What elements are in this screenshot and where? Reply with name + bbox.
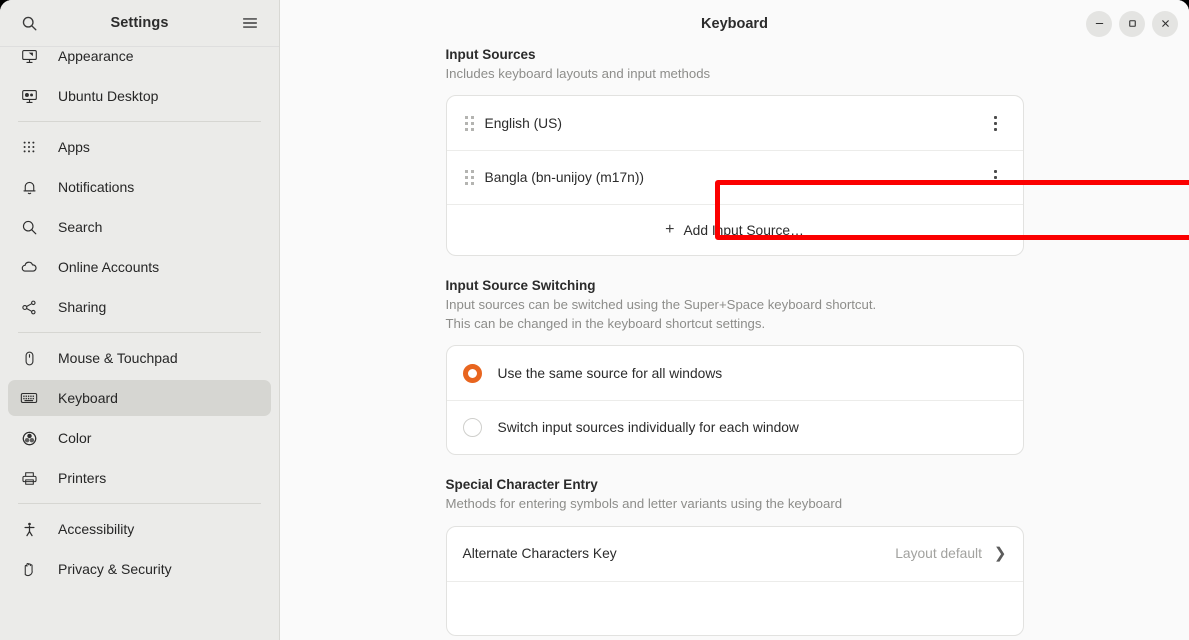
special-character-entry-heading: Special Character Entry <box>445 477 598 493</box>
sidebar-item-label: Accessibility <box>58 521 135 537</box>
sidebar-item-label: Mouse & Touchpad <box>58 350 178 366</box>
sidebar-item-sharing[interactable]: Sharing <box>8 289 271 325</box>
radio-label: Use the same source for all windows <box>497 365 723 381</box>
settings-window: Settings Appearance Ubuntu Desktop Apps … <box>0 0 1189 640</box>
keyboard-icon <box>18 389 40 407</box>
ubuntu-desktop-icon <box>18 87 40 105</box>
main-panel: Keyboard Input Sources Includes keyboard… <box>280 0 1189 640</box>
appearance-icon <box>18 47 40 65</box>
input-source-row-bangla[interactable]: Bangla (bn-unijoy (m17n)) <box>446 150 1023 204</box>
sidebar-title: Settings <box>110 15 169 31</box>
add-input-source-label: Add Input Source… <box>683 222 804 238</box>
printer-icon <box>18 469 40 487</box>
input-sources-card: English (US) Bangla (bn-unijoy (m17n)) +… <box>445 95 1024 257</box>
sidebar-item-search[interactable]: Search <box>8 209 271 245</box>
sidebar-item-privacy-security[interactable]: Privacy & Security <box>8 551 271 587</box>
input-sources-heading: Input Sources <box>445 47 536 62</box>
group-input-source-switching: Input Source Switching Input sources can… <box>445 278 1024 456</box>
radio-row-per-window[interactable]: Switch input sources individually for ea… <box>446 400 1023 454</box>
cloud-icon <box>18 258 40 276</box>
kebab-menu-icon[interactable] <box>985 166 1007 190</box>
sidebar-item-label: Ubuntu Desktop <box>58 88 159 104</box>
drag-handle-icon[interactable] <box>463 115 477 131</box>
window-controls <box>1086 0 1178 47</box>
input-source-switching-heading: Input Source Switching <box>445 278 596 294</box>
search-icon[interactable] <box>14 8 44 38</box>
sidebar-item-label: Sharing <box>58 299 107 315</box>
color-wheel-icon <box>18 429 40 447</box>
accessibility-person-icon <box>18 520 40 538</box>
radio-button-selected[interactable] <box>462 363 482 383</box>
sidebar-item-notifications[interactable]: Notifications <box>8 169 271 205</box>
apps-grid-icon <box>18 138 40 156</box>
sidebar-item-color[interactable]: Color <box>8 420 271 456</box>
row-alternate-characters-key[interactable]: Alternate Characters Key Layout default … <box>447 527 1023 581</box>
sidebar: Settings Appearance Ubuntu Desktop Apps … <box>0 0 280 640</box>
input-source-label: English (US) <box>484 115 562 131</box>
plus-icon: + <box>665 221 675 239</box>
input-source-switching-description-line2: This can be changed in the keyboard shor… <box>445 316 766 332</box>
minimize-button[interactable] <box>1086 10 1112 37</box>
sidebar-header: Settings <box>0 0 279 47</box>
sidebar-item-label: Apps <box>58 139 90 155</box>
input-sources-description: Includes keyboard layouts and input meth… <box>445 66 711 81</box>
sidebar-item-accessibility[interactable]: Accessibility <box>8 511 271 547</box>
sidebar-item-online-accounts[interactable]: Online Accounts <box>8 249 271 285</box>
sidebar-item-label: Appearance <box>58 48 134 64</box>
mouse-icon <box>18 349 40 367</box>
sidebar-item-label: Privacy & Security <box>58 561 172 577</box>
search-icon <box>18 218 40 236</box>
sidebar-divider <box>18 121 261 122</box>
kebab-menu-icon[interactable] <box>985 111 1007 135</box>
row-partial-next[interactable] <box>446 580 1023 635</box>
add-input-source-button[interactable]: + Add Input Source… <box>446 204 1023 255</box>
group-special-character-entry: Special Character Entry Methods for ente… <box>445 477 1024 636</box>
page-title: Keyboard <box>701 15 768 32</box>
chevron-right-icon: ❯ <box>993 545 1007 563</box>
sidebar-item-label: Color <box>58 430 92 446</box>
radio-button-unselected[interactable] <box>462 418 482 438</box>
input-source-row-english[interactable]: English (US) <box>447 96 1023 150</box>
sidebar-nav-list: Appearance Ubuntu Desktop Apps Notificat… <box>0 47 279 640</box>
hand-shield-icon <box>18 560 40 578</box>
settings-content: Input Sources Includes keyboard layouts … <box>280 47 1189 636</box>
special-character-entry-card: Alternate Characters Key Layout default … <box>445 525 1024 636</box>
sidebar-item-mouse-touchpad[interactable]: Mouse & Touchpad <box>8 340 271 376</box>
sidebar-item-keyboard[interactable]: Keyboard <box>8 380 271 416</box>
radio-label: Switch input sources individually for ea… <box>497 420 799 436</box>
maximize-button[interactable] <box>1119 10 1145 37</box>
sidebar-item-apps[interactable]: Apps <box>8 129 271 165</box>
sidebar-item-label: Printers <box>58 470 107 486</box>
radio-row-same-source[interactable]: Use the same source for all windows <box>447 346 1023 400</box>
close-button[interactable] <box>1152 10 1178 37</box>
row-value: Layout default <box>895 546 982 562</box>
window-titlebar: Keyboard <box>280 0 1189 47</box>
sidebar-item-appearance[interactable]: Appearance <box>8 47 271 74</box>
drag-handle-icon[interactable] <box>463 170 477 186</box>
sidebar-item-ubuntu-desktop[interactable]: Ubuntu Desktop <box>8 78 271 114</box>
row-label: Alternate Characters Key <box>462 546 617 562</box>
sidebar-item-label: Online Accounts <box>58 259 160 275</box>
input-source-label: Bangla (bn-unijoy (m17n)) <box>484 170 645 186</box>
sidebar-item-printers[interactable]: Printers <box>8 460 271 496</box>
special-character-entry-description: Methods for entering symbols and letter … <box>445 496 843 512</box>
sidebar-divider <box>18 332 261 333</box>
group-input-sources: Input Sources Includes keyboard layouts … <box>445 47 1024 257</box>
input-source-switching-description-line1: Input sources can be switched using the … <box>445 297 877 313</box>
hamburger-menu-icon[interactable] <box>235 8 265 38</box>
sidebar-item-label: Notifications <box>58 179 135 195</box>
sidebar-item-label: Keyboard <box>58 390 118 406</box>
sidebar-divider <box>18 503 261 504</box>
sidebar-item-label: Search <box>58 219 103 235</box>
bell-icon <box>18 178 40 196</box>
share-nodes-icon <box>18 298 40 316</box>
input-source-switching-card: Use the same source for all windows Swit… <box>445 345 1024 456</box>
